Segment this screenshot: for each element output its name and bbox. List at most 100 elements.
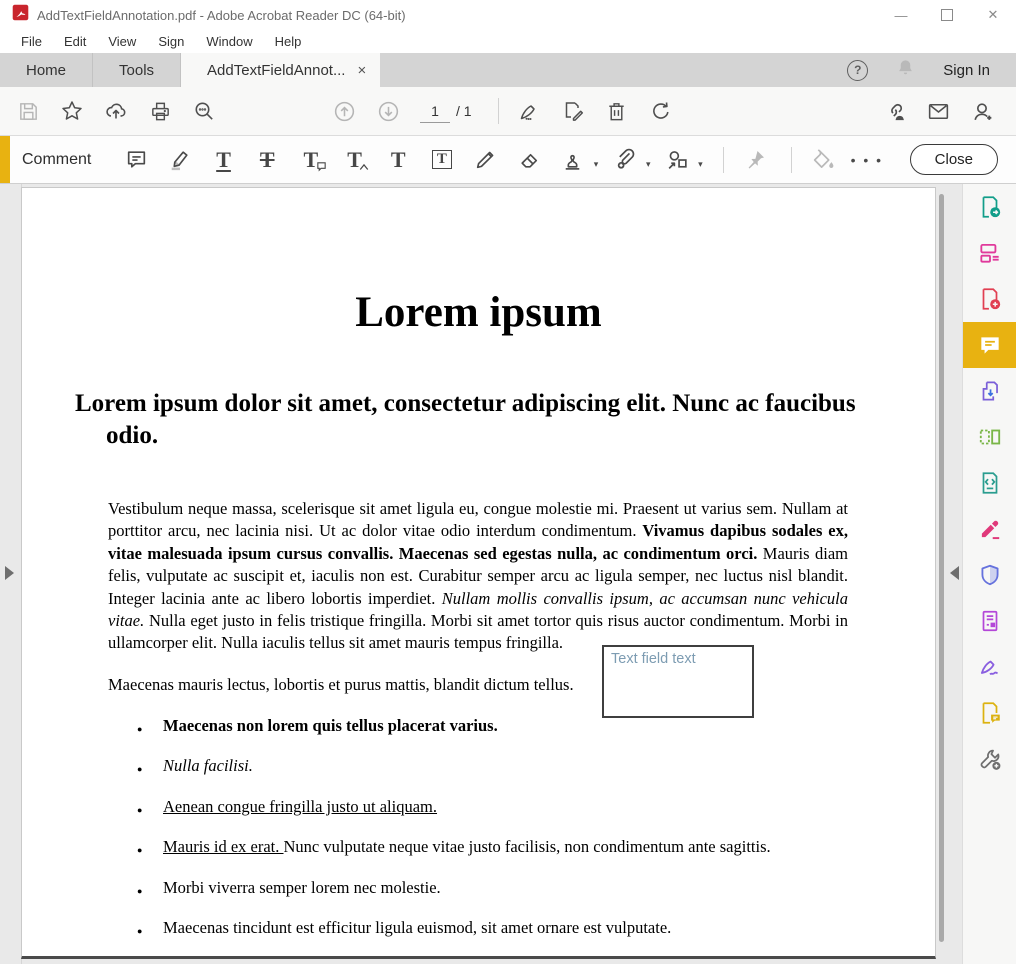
toolbar-divider — [498, 98, 499, 124]
page-down-icon[interactable] — [370, 93, 406, 129]
search-icon[interactable] — [186, 93, 222, 129]
text-run: Aenean congue fringilla justo ut aliquam… — [163, 797, 437, 816]
fill-and-sign-icon[interactable] — [555, 93, 591, 129]
tab-home[interactable]: Home — [0, 53, 93, 87]
more-options-icon[interactable]: • • • — [848, 141, 886, 179]
redact-icon[interactable] — [963, 506, 1016, 552]
document-title: Lorem ipsum — [22, 288, 935, 337]
star-favorite-icon[interactable] — [54, 93, 90, 129]
close-comment-button[interactable]: Close — [910, 144, 998, 175]
maximize-button[interactable] — [924, 0, 970, 30]
text-run: Mauris id ex erat. — [163, 837, 284, 856]
list-item: Maecenas tincidunt est efficitur ligula … — [163, 917, 883, 939]
text-run: Maecenas tincidunt est efficitur ligula … — [163, 918, 671, 937]
combine-files-icon[interactable] — [963, 368, 1016, 414]
strikethrough-text-icon[interactable]: T — [248, 141, 286, 179]
page-count-label: / 1 — [456, 103, 472, 119]
left-pane-toggle-icon[interactable] — [5, 566, 14, 580]
tools-sidebar — [962, 184, 1016, 964]
edit-pdf-icon[interactable] — [963, 230, 1016, 276]
cloud-upload-icon[interactable] — [98, 93, 134, 129]
menu-sign[interactable]: Sign — [147, 32, 195, 51]
right-pane-toggle-icon[interactable] — [950, 566, 959, 580]
share-link-icon[interactable] — [876, 93, 912, 129]
underline-text-icon[interactable]: T — [205, 141, 243, 179]
pdf-page: Lorem ipsum Lorem ipsum dolor sit amet, … — [21, 187, 936, 959]
pin-icon[interactable] — [736, 141, 774, 179]
save-icon[interactable] — [10, 93, 46, 129]
menu-edit[interactable]: Edit — [53, 32, 97, 51]
delete-icon[interactable] — [599, 93, 635, 129]
highlight-icon[interactable] — [161, 141, 199, 179]
list-item: Morbi viverra semper lorem nec molestie. — [163, 877, 883, 899]
comment-divider-1 — [723, 147, 724, 173]
bullet-list: Maecenas non lorem quis tellus placerat … — [163, 715, 883, 957]
fill-and-sign-tool-icon[interactable] — [963, 644, 1016, 690]
scan-ocr-icon[interactable] — [963, 598, 1016, 644]
comment-accent-strip — [0, 136, 10, 183]
replace-text-icon[interactable]: T — [292, 141, 330, 179]
stamp-dropdown-caret[interactable]: ▾ — [594, 159, 599, 170]
print-icon[interactable] — [142, 93, 178, 129]
tab-close-icon[interactable]: × — [357, 63, 366, 78]
rotate-icon[interactable] — [643, 93, 679, 129]
menu-bar: File Edit View Sign Window Help — [0, 30, 1016, 53]
close-window-button[interactable]: ✕ — [970, 0, 1016, 30]
tab-document-label: AddTextFieldAnnot... — [207, 62, 345, 79]
page-number-input[interactable] — [420, 100, 450, 123]
notifications-bell-icon[interactable] — [896, 58, 915, 82]
comment-toolbar-label: Comment — [22, 151, 91, 169]
menu-window[interactable]: Window — [195, 32, 263, 51]
text-box-icon[interactable]: T — [423, 141, 461, 179]
list-item: Maecenas non lorem quis tellus placerat … — [163, 715, 883, 737]
sign-pen-icon[interactable] — [511, 93, 547, 129]
drawing-tools-icon[interactable] — [658, 141, 696, 179]
create-pdf-icon[interactable] — [963, 276, 1016, 322]
menu-file[interactable]: File — [10, 32, 53, 51]
email-icon[interactable] — [920, 93, 956, 129]
acrobat-logo-icon — [12, 4, 29, 26]
sticky-note-icon[interactable] — [117, 141, 155, 179]
body-paragraph: Vestibulum neque massa, scelerisque sit … — [108, 498, 848, 655]
text-run: Nunc vulputate neque vitae justo facilis… — [284, 837, 771, 856]
vertical-scrollbar[interactable] — [939, 194, 944, 942]
page-up-icon[interactable] — [326, 93, 362, 129]
share-person-icon[interactable] — [964, 93, 1000, 129]
document-area: Lorem ipsum Lorem ipsum dolor sit amet, … — [0, 184, 1016, 964]
fill-color-icon[interactable] — [804, 141, 842, 179]
attach-dropdown-caret[interactable]: ▾ — [646, 159, 651, 170]
export-pdf-icon[interactable] — [963, 184, 1016, 230]
insert-caret-icon — [359, 163, 369, 174]
more-tools-icon[interactable] — [963, 736, 1016, 782]
text-field-annotation[interactable]: Text field text — [602, 645, 754, 718]
window-title: AddTextFieldAnnotation.pdf - Adobe Acrob… — [37, 8, 406, 23]
maximize-icon — [941, 9, 953, 21]
replace-bubble-icon — [316, 161, 327, 175]
minimize-button[interactable]: — — [878, 0, 924, 30]
organize-pages-icon[interactable] — [963, 414, 1016, 460]
menu-view[interactable]: View — [97, 32, 147, 51]
comment-toolbar: Comment T T T T T T ▾ ▾ — [0, 136, 1016, 184]
title-bar: AddTextFieldAnnotation.pdf - Adobe Acrob… — [0, 0, 1016, 30]
send-for-comments-icon[interactable] — [963, 690, 1016, 736]
tab-document[interactable]: AddTextFieldAnnot... × — [181, 53, 380, 87]
tab-tools[interactable]: Tools — [93, 53, 181, 87]
stamp-icon[interactable] — [554, 141, 592, 179]
comment-divider-2 — [791, 147, 792, 173]
compress-pdf-icon[interactable] — [963, 460, 1016, 506]
text-run: Maecenas non lorem quis tellus placerat … — [163, 716, 498, 735]
shapes-dropdown-caret[interactable]: ▾ — [698, 159, 703, 170]
insert-text-icon[interactable]: T — [336, 141, 374, 179]
list-item: Mauris id ex erat. Nunc vulputate neque … — [163, 836, 883, 858]
help-icon[interactable]: ? — [847, 60, 868, 81]
protect-icon[interactable] — [963, 552, 1016, 598]
sign-in-button[interactable]: Sign In — [943, 62, 990, 79]
draw-icon[interactable] — [467, 141, 505, 179]
comment-tool-icon[interactable] — [963, 322, 1016, 368]
add-text-icon[interactable]: T — [379, 141, 417, 179]
list-item: Aenean congue fringilla justo ut aliquam… — [163, 796, 883, 818]
eraser-icon[interactable] — [510, 141, 548, 179]
attach-file-icon[interactable] — [606, 141, 644, 179]
acrobat-window: AddTextFieldAnnotation.pdf - Adobe Acrob… — [0, 0, 1016, 962]
menu-help[interactable]: Help — [264, 32, 313, 51]
